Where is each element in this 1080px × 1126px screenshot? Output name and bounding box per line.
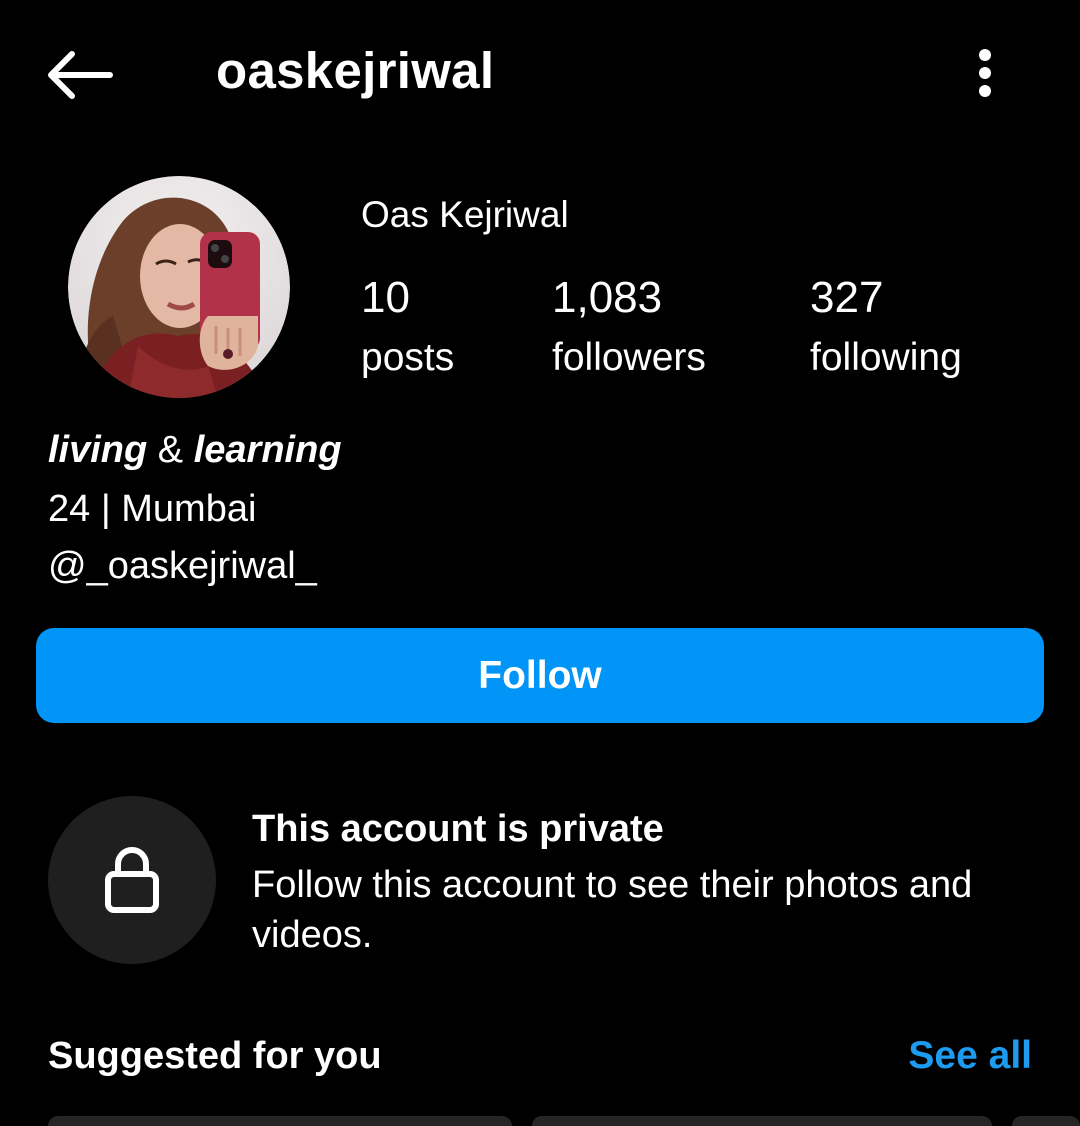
profile-avatar[interactable] <box>68 176 290 398</box>
more-options-button[interactable] <box>960 40 1010 106</box>
back-button[interactable] <box>44 40 124 110</box>
posts-count: 10 <box>361 273 410 322</box>
bio-mention-link[interactable]: @_oaskejriwal_ <box>48 542 317 590</box>
suggested-card[interactable] <box>1012 1116 1080 1126</box>
followers-count: 1,083 <box>552 273 663 322</box>
posts-label: posts <box>361 336 455 379</box>
bio-headline: living & learning <box>48 426 342 474</box>
lock-icon <box>105 847 159 913</box>
following-label: following <box>810 336 962 379</box>
bio-headline-amp: & <box>157 429 184 471</box>
suggested-heading: Suggested for you <box>48 1035 382 1077</box>
posts-stat: 10 posts <box>361 272 454 382</box>
followers-label: followers <box>552 336 706 379</box>
private-description: Follow this account to see their photos … <box>252 864 973 956</box>
suggested-card[interactable] <box>48 1116 512 1126</box>
display-name: Oas Kejriwal <box>361 194 569 235</box>
profile-username: oaskejriwal <box>216 42 495 99</box>
following-stat[interactable]: 327 following <box>810 272 962 382</box>
suggested-card[interactable] <box>532 1116 992 1126</box>
more-vertical-icon <box>979 49 991 97</box>
see-all-link[interactable]: See all <box>880 1032 1032 1080</box>
bio-location: 24 | Mumbai <box>48 488 257 530</box>
following-count: 327 <box>810 273 884 322</box>
private-title: This account is private <box>252 808 664 850</box>
bio-headline-part1: living <box>48 429 148 471</box>
bio-headline-part2: learning <box>193 429 342 471</box>
private-lock-badge <box>48 796 216 964</box>
arrow-left-icon <box>48 51 113 99</box>
followers-stat[interactable]: 1,083 followers <box>552 272 706 382</box>
follow-button[interactable]: Follow <box>36 628 1044 723</box>
